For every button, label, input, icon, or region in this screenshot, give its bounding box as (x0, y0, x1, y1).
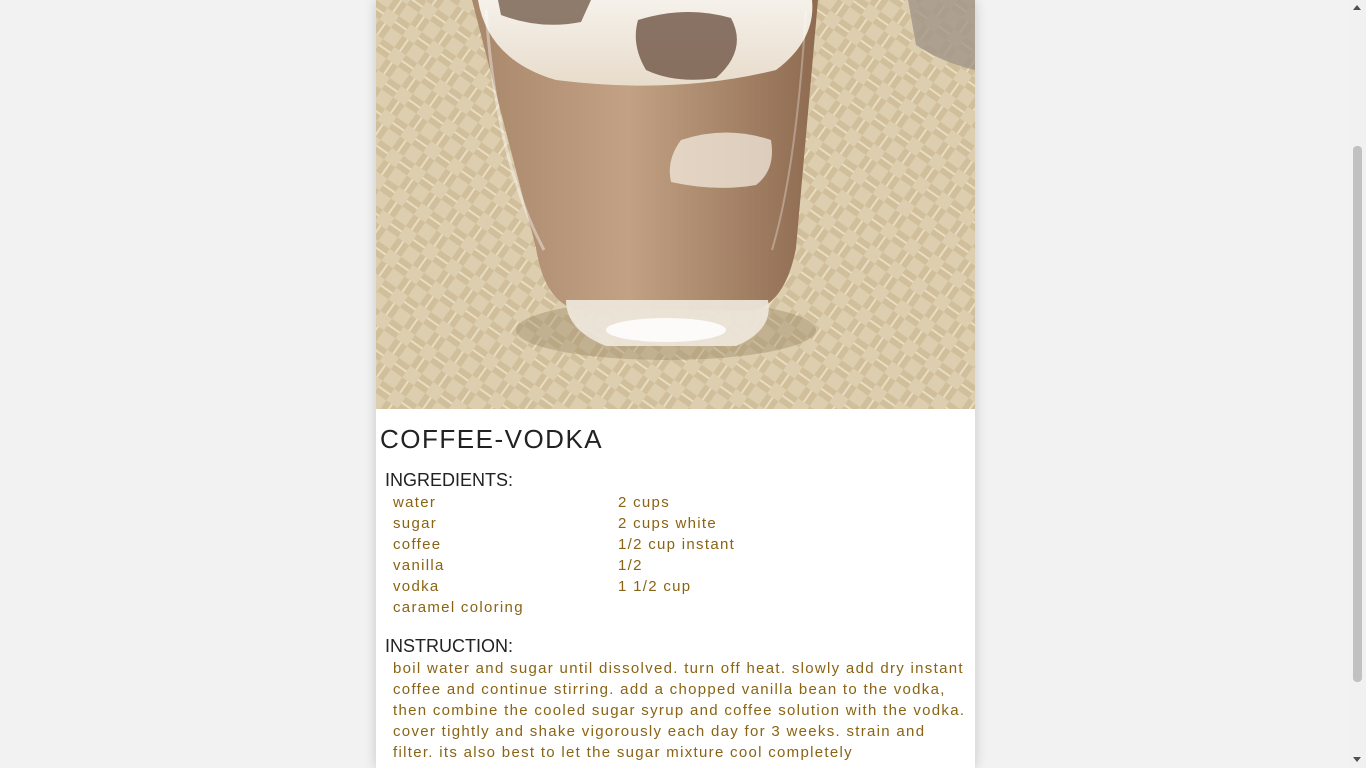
scroll-up-arrow-icon[interactable] (1353, 5, 1361, 10)
ingredient-row: vanilla 1/2 (393, 555, 963, 576)
recipe-card: COFFEE-VODKA INGREDIENTS: water 2 cups s… (376, 0, 975, 768)
ingredient-name: caramel coloring (393, 599, 524, 616)
ingredient-row: coffee 1/2 cup instant (393, 534, 963, 555)
ingredient-amount: 1/2 cup instant (618, 536, 736, 553)
ingredient-row: water 2 cups (393, 492, 963, 513)
scroll-down-arrow-icon[interactable] (1353, 757, 1361, 762)
ingredient-name: water (393, 494, 437, 511)
ingredients-heading: INGREDIENTS: (385, 470, 514, 490)
scrollbar-thumb[interactable] (1353, 146, 1362, 682)
coffee-drink-image (376, 0, 975, 409)
ingredient-name: vodka (393, 578, 440, 595)
ingredient-name: coffee (393, 536, 442, 553)
ingredient-row: caramel coloring (393, 597, 963, 618)
drink-photo (376, 0, 975, 409)
ingredient-amount: 1 1/2 cup (618, 578, 692, 595)
ingredient-row: sugar 2 cups white (393, 513, 963, 534)
ingredient-name: vanilla (393, 557, 445, 574)
ingredients-list: water 2 cups sugar 2 cups white coffee 1… (393, 492, 963, 618)
ingredient-amount: 1/2 (618, 557, 643, 574)
ingredient-name: sugar (393, 515, 438, 532)
instructions-text: boil water and sugar until dissolved. tu… (393, 660, 966, 761)
ingredient-amount: 2 cups white (618, 515, 717, 532)
recipe-title: COFFEE-VODKA (380, 424, 604, 454)
instructions-heading: INSTRUCTION: (385, 636, 513, 656)
ingredient-row: vodka 1 1/2 cup (393, 576, 963, 597)
ingredient-amount: 2 cups (618, 494, 670, 511)
page-scrollbar[interactable] (1349, 0, 1366, 768)
